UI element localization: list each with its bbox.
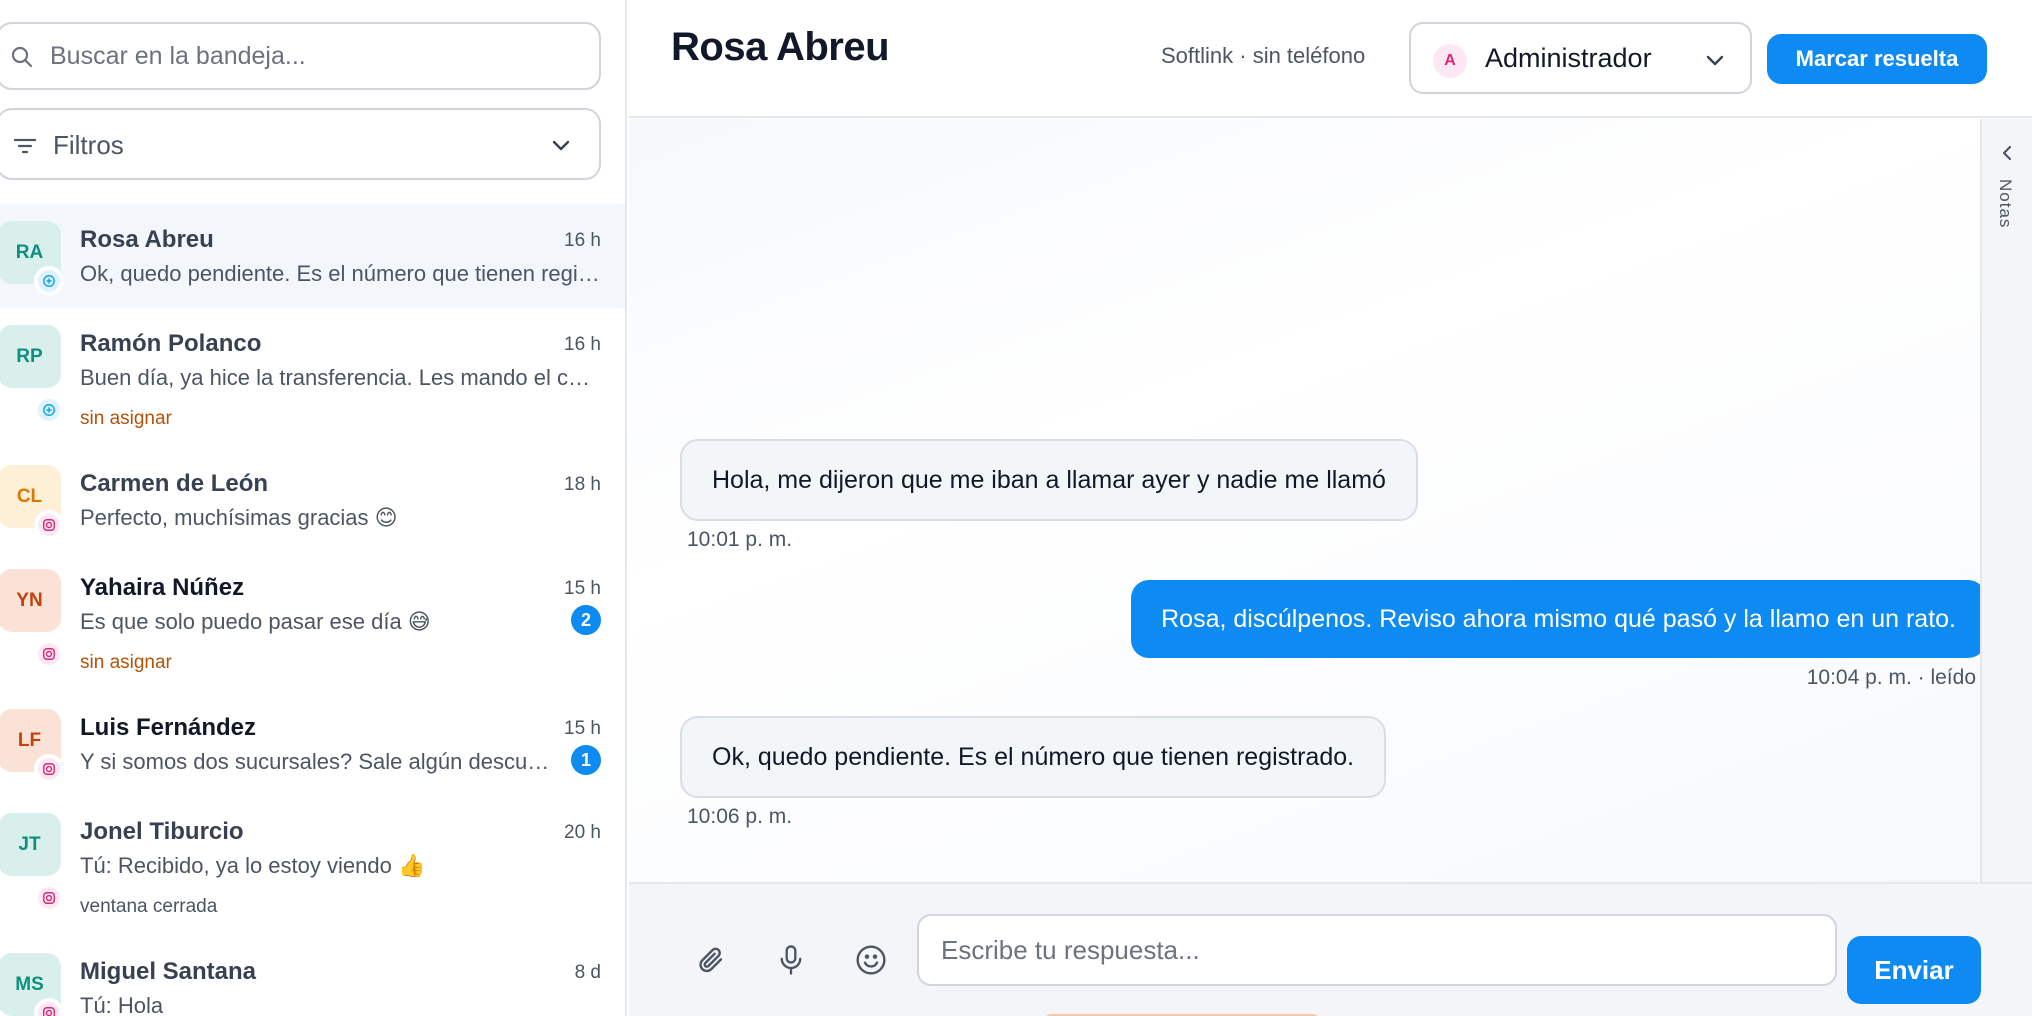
conversation-item[interactable]: CL Carmen de León 18 h Perfecto, muchísimas… — [0, 448, 625, 552]
mark-resolved-button[interactable]: Marcar resuelta — [1767, 34, 1987, 84]
filters-label: Filtros — [53, 130, 124, 160]
chat-channel-badge — [34, 266, 64, 296]
notes-panel-toggle[interactable]: Notas — [1980, 119, 2032, 882]
message-bubble-incoming: Hola, me dijeron que me iban a llamar ay… — [680, 439, 1418, 521]
send-button[interactable]: Enviar — [1847, 936, 1981, 1004]
message-thread: Hola, me dijeron que me iban a llamar ay… — [629, 119, 1986, 882]
conversation-preview: Ok, quedo pendiente. Es el número que ti… — [80, 261, 600, 286]
conversation-item[interactable]: RA Rosa Abreu 16 h Ok, quedo pendiente. Es … — [0, 204, 625, 308]
message-bubble-incoming: Ok, quedo pendiente. Es el número que ti… — [680, 716, 1387, 798]
conversation-preview: Perfecto, muchísimas gracias 😊 — [80, 505, 398, 530]
assignee-dropdown[interactable]: A Administrador — [1409, 22, 1752, 94]
conversation-time: 20 h — [564, 822, 601, 843]
conversation-item[interactable]: MS Miguel Santana 8 d Tú: Hola — [0, 936, 625, 1016]
conversation-name: Ramón Polanco — [80, 330, 262, 357]
emoji-button[interactable] — [851, 940, 891, 980]
chevron-down-icon — [1706, 55, 1724, 66]
conversation-header: Rosa Abreu Softlink · sin teléfono A Adm… — [629, 0, 2032, 118]
message-timestamp: 10:01 p. m. — [687, 528, 793, 551]
assignee-avatar: A — [1433, 44, 1467, 78]
conversation-preview: Es que solo puedo pasar ese día 😅 — [80, 609, 431, 634]
conversation-item[interactable]: YN Yahaira Núñez 15 h Es que solo puedo pas… — [0, 552, 625, 692]
instagram-icon — [43, 892, 55, 904]
conversation-time: 16 h — [564, 230, 601, 251]
chat-channel-badge — [34, 395, 64, 425]
reply-input[interactable] — [919, 916, 1835, 984]
chat-bubble-icon — [43, 404, 55, 416]
message-timestamp: 10:06 p. m. — [687, 805, 793, 828]
notes-label: Notas — [1996, 179, 2015, 229]
conversation-status-tag: sin asignar — [80, 652, 172, 673]
conversation-item[interactable]: RP Ramón Polanco 16 h Buen día, ya hice la … — [0, 308, 625, 448]
inbox-app: Filtros RARosa Abreu16 hOk, quedo pendie… — [0, 0, 2032, 1016]
conversation-name: Rosa Abreu — [80, 226, 214, 253]
attach-button[interactable] — [691, 940, 731, 980]
search-box[interactable] — [0, 22, 601, 90]
unread-count-badge: 2 — [571, 605, 601, 635]
instagram-channel-badge — [34, 754, 64, 784]
conversation-item[interactable]: JT Jonel Tiburcio 20 h Tú: Recibido, ya lo … — [0, 796, 625, 936]
voice-note-button[interactable] — [771, 940, 811, 980]
conversation-time: 15 h — [564, 718, 601, 739]
chevron-down-icon — [552, 140, 570, 151]
search-icon — [11, 46, 33, 68]
instagram-channel-badge — [34, 639, 64, 669]
conversation-status-tag: sin asignar — [80, 408, 172, 429]
conversation-status-tag: ventana cerrada — [80, 896, 218, 917]
conversation-preview: Tú: Recibido, ya lo estoy viendo 👍 — [80, 853, 426, 878]
microphone-icon — [780, 945, 802, 975]
contact-meta: Softlink · sin teléfono — [1161, 43, 1366, 68]
contact-avatar: YN — [0, 569, 61, 632]
conversation-item[interactable]: LF Luis Fernández 15 hY si somos dos sucur… — [0, 692, 625, 796]
contact-avatar: JT — [0, 813, 61, 876]
smiley-icon — [856, 945, 886, 975]
conversation-name: Jonel Tiburcio — [80, 818, 244, 845]
instagram-icon — [43, 1007, 55, 1016]
instagram-channel-badge — [34, 883, 64, 913]
contact-avatar: RP — [0, 325, 61, 388]
search-input[interactable] — [50, 24, 590, 88]
paperclip-icon — [699, 947, 723, 973]
contact-name: Rosa Abreu — [671, 25, 890, 69]
instagram-icon — [43, 763, 55, 775]
unread-count-badge: 1 — [571, 745, 601, 775]
conversation-preview: Buen día, ya hice la transferencia. Les … — [80, 365, 600, 390]
conversation-time: 16 h — [564, 334, 601, 355]
conversation-time: 15 h — [564, 578, 601, 599]
conversation-name: Luis Fernández — [80, 714, 257, 741]
conversation-name: Yahaira Núñez — [80, 574, 245, 601]
conversation-time: 18 h — [564, 474, 601, 495]
conversation-time: 8 d — [574, 962, 601, 983]
assignee-name: Administrador — [1485, 43, 1652, 73]
message-timestamp-read: 10:04 p. m. · leído — [1806, 666, 1976, 689]
conversation-preview: Y si somos dos sucursales? Sale algún de… — [80, 749, 550, 774]
conversation-name: Carmen de León — [80, 470, 269, 497]
instagram-icon — [43, 519, 55, 531]
chat-bubble-icon — [43, 275, 55, 287]
instagram-channel-badge — [34, 510, 64, 540]
filter-icon — [13, 138, 37, 154]
message-bubble-outgoing: Rosa, discúlpenos. Reviso ahora mismo qu… — [1131, 580, 1986, 658]
chevron-left-icon — [2002, 145, 2012, 161]
reply-box[interactable] — [917, 914, 1837, 986]
instagram-icon — [43, 648, 55, 660]
reply-composer: Enviar — [629, 882, 2032, 1016]
conversation-preview: Tú: Hola — [80, 993, 164, 1016]
filters-dropdown[interactable]: Filtros — [0, 108, 601, 180]
conversation-sidebar: Filtros RARosa Abreu16 hOk, quedo pendie… — [0, 0, 627, 1016]
conversation-name: Miguel Santana — [80, 958, 257, 985]
